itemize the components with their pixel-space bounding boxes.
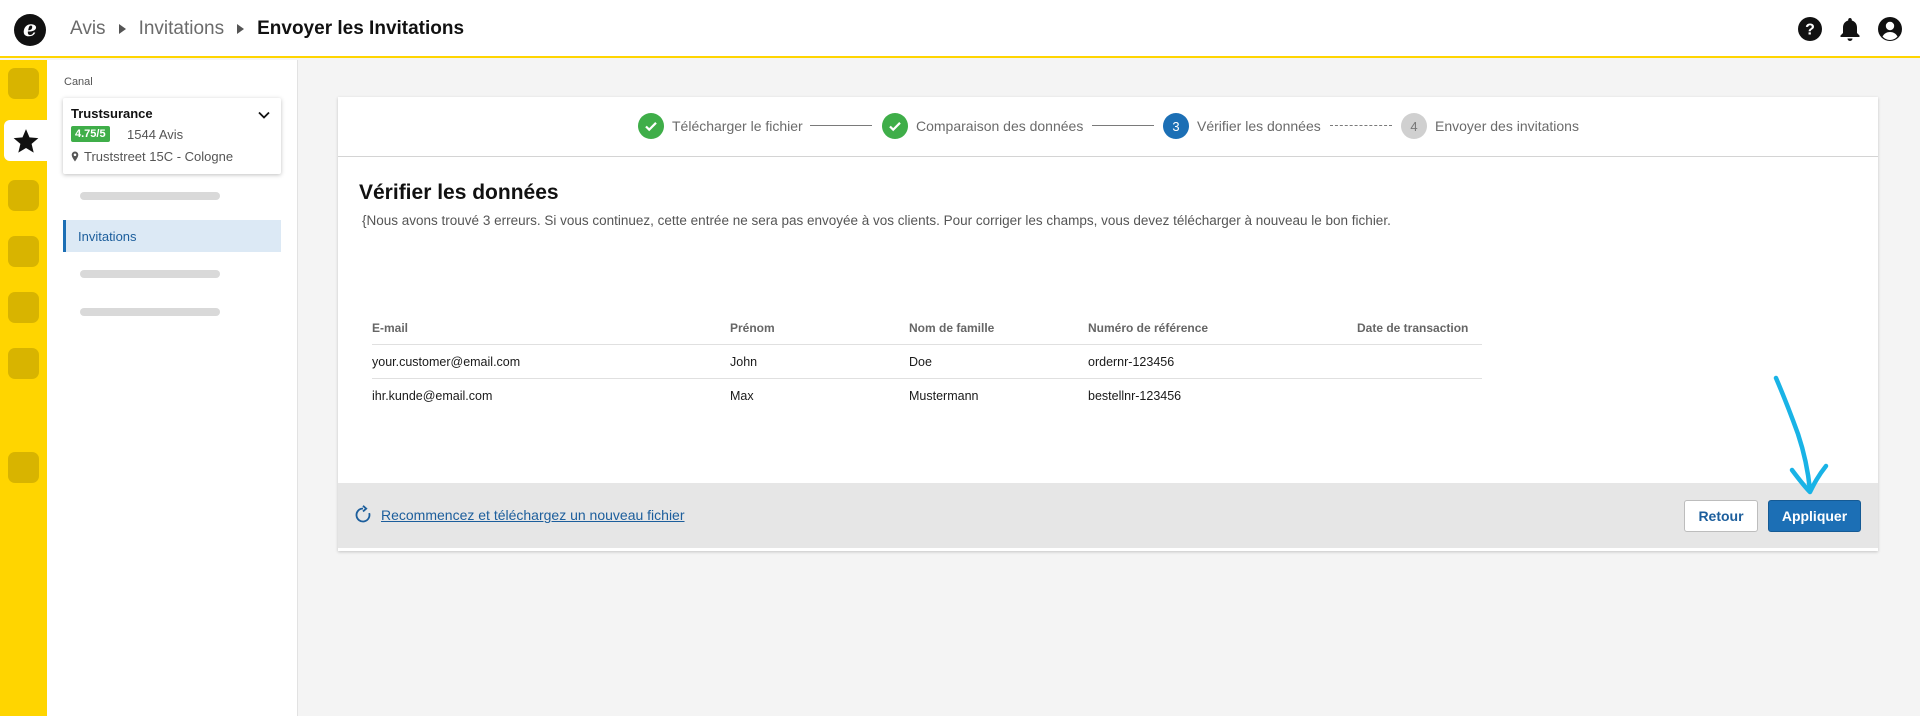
breadcrumb-item-invitations[interactable]: Invitations <box>139 18 225 40</box>
step-number: 3 <box>1163 113 1189 139</box>
error-description: {Nous avons trouvé 3 erreurs. Si vous co… <box>362 213 1391 228</box>
annotation-arrow-icon <box>1773 375 1829 495</box>
logo[interactable]: e <box>14 14 46 46</box>
stepper: Télécharger le fichier Comparaison des d… <box>338 97 1878 157</box>
rail-item-icon[interactable] <box>8 292 39 323</box>
step-2: Comparaison des données <box>882 113 1083 139</box>
chevron-down-icon[interactable] <box>257 108 271 122</box>
table-cell: ihr.kunde@email.com <box>372 389 493 403</box>
canal-label: Canal <box>64 76 93 88</box>
verify-data-card: Télécharger le fichier Comparaison des d… <box>338 97 1878 551</box>
check-icon <box>882 113 908 139</box>
nav-placeholder[interactable] <box>80 308 220 316</box>
breadcrumb-item-avis[interactable]: Avis <box>70 18 106 40</box>
table-row: ihr.kunde@email.com Max Mustermann beste… <box>372 379 1482 413</box>
refresh-icon[interactable] <box>353 505 373 525</box>
company-selector[interactable]: Trustsurance 4.75/5 1544 Avis Truststree… <box>63 98 281 174</box>
column-header: Prénom <box>730 321 775 335</box>
step-label: Envoyer des invitations <box>1435 118 1579 134</box>
breadcrumb: Avis Invitations Envoyer les Invitations <box>70 18 464 40</box>
step-label: Vérifier les données <box>1197 118 1321 134</box>
breadcrumb-separator-icon <box>118 24 126 34</box>
rail-item-icon[interactable] <box>8 348 39 379</box>
star-icon <box>13 128 38 153</box>
nav-placeholder[interactable] <box>80 192 220 200</box>
step-1: Télécharger le fichier <box>638 113 803 139</box>
address-text: Truststreet 15C - Cologne <box>84 149 234 164</box>
left-rail <box>0 60 47 716</box>
column-header: Date de transaction <box>1357 321 1469 335</box>
table-row: your.customer@email.com John Doe ordernr… <box>372 345 1482 379</box>
rail-item-reviews[interactable] <box>4 120 47 161</box>
column-header: E-mail <box>372 321 409 335</box>
step-label: Télécharger le fichier <box>672 118 803 134</box>
company-address: Truststreet 15C - Cologne <box>71 149 233 164</box>
table-cell: Mustermann <box>909 389 979 403</box>
table-cell: Doe <box>909 355 932 369</box>
rating-badge: 4.75/5 <box>71 126 110 142</box>
logo-letter: e <box>23 16 37 42</box>
step-label: Comparaison des données <box>916 118 1084 134</box>
apply-button[interactable]: Appliquer <box>1768 500 1861 532</box>
table-cell: bestellnr-123456 <box>1088 389 1182 403</box>
user-icon[interactable] <box>1876 15 1904 43</box>
back-button[interactable]: Retour <box>1684 500 1758 532</box>
bell-icon[interactable] <box>1836 15 1864 43</box>
data-table: E-mail Prénom Nom de famille Numéro de r… <box>372 310 1482 413</box>
rail-item-icon[interactable] <box>8 180 39 211</box>
location-pin-icon <box>71 151 79 162</box>
rail-item-icon[interactable] <box>8 452 39 483</box>
help-icon[interactable]: ? <box>1796 15 1824 43</box>
sidebar-item-invitations[interactable]: Invitations <box>63 220 281 252</box>
table-cell: Max <box>730 389 754 403</box>
header-actions: ? <box>1796 15 1904 43</box>
page-title: Vérifier les données <box>359 181 559 204</box>
restart-action[interactable]: Recommencez et téléchargez un nouveau fi… <box>353 505 685 525</box>
rail-item-icon[interactable] <box>8 68 39 99</box>
step-connector <box>1330 125 1392 126</box>
step-connector <box>1092 125 1154 126</box>
table-cell: ordernr-123456 <box>1088 355 1175 369</box>
review-count: 1544 Avis <box>127 127 184 142</box>
sidebar: Canal Trustsurance 4.75/5 1544 Avis Trus… <box>47 60 298 716</box>
table-header: E-mail Prénom Nom de famille Numéro de r… <box>372 310 1482 345</box>
column-header: Nom de famille <box>909 321 995 335</box>
table-cell: John <box>730 355 758 369</box>
table-cell: your.customer@email.com <box>372 355 521 369</box>
restart-link[interactable]: Recommencez et téléchargez un nouveau fi… <box>381 507 685 523</box>
breadcrumb-separator-icon <box>237 24 245 34</box>
column-header: Numéro de référence <box>1088 321 1209 335</box>
check-icon <box>638 113 664 139</box>
rail-item-icon[interactable] <box>8 236 39 267</box>
step-3: 3 Vérifier les données <box>1163 113 1321 139</box>
step-number: 4 <box>1401 113 1427 139</box>
nav-placeholder[interactable] <box>80 270 220 278</box>
step-connector <box>810 125 872 126</box>
svg-text:?: ? <box>1805 22 1815 39</box>
card-footer: Recommencez et téléchargez un nouveau fi… <box>338 483 1878 548</box>
breadcrumb-item-current: Envoyer les Invitations <box>257 18 465 39</box>
top-bar: e Avis Invitations Envoyer les Invitatio… <box>0 0 1920 58</box>
company-name: Trustsurance <box>71 106 153 121</box>
step-4: 4 Envoyer des invitations <box>1401 113 1579 139</box>
